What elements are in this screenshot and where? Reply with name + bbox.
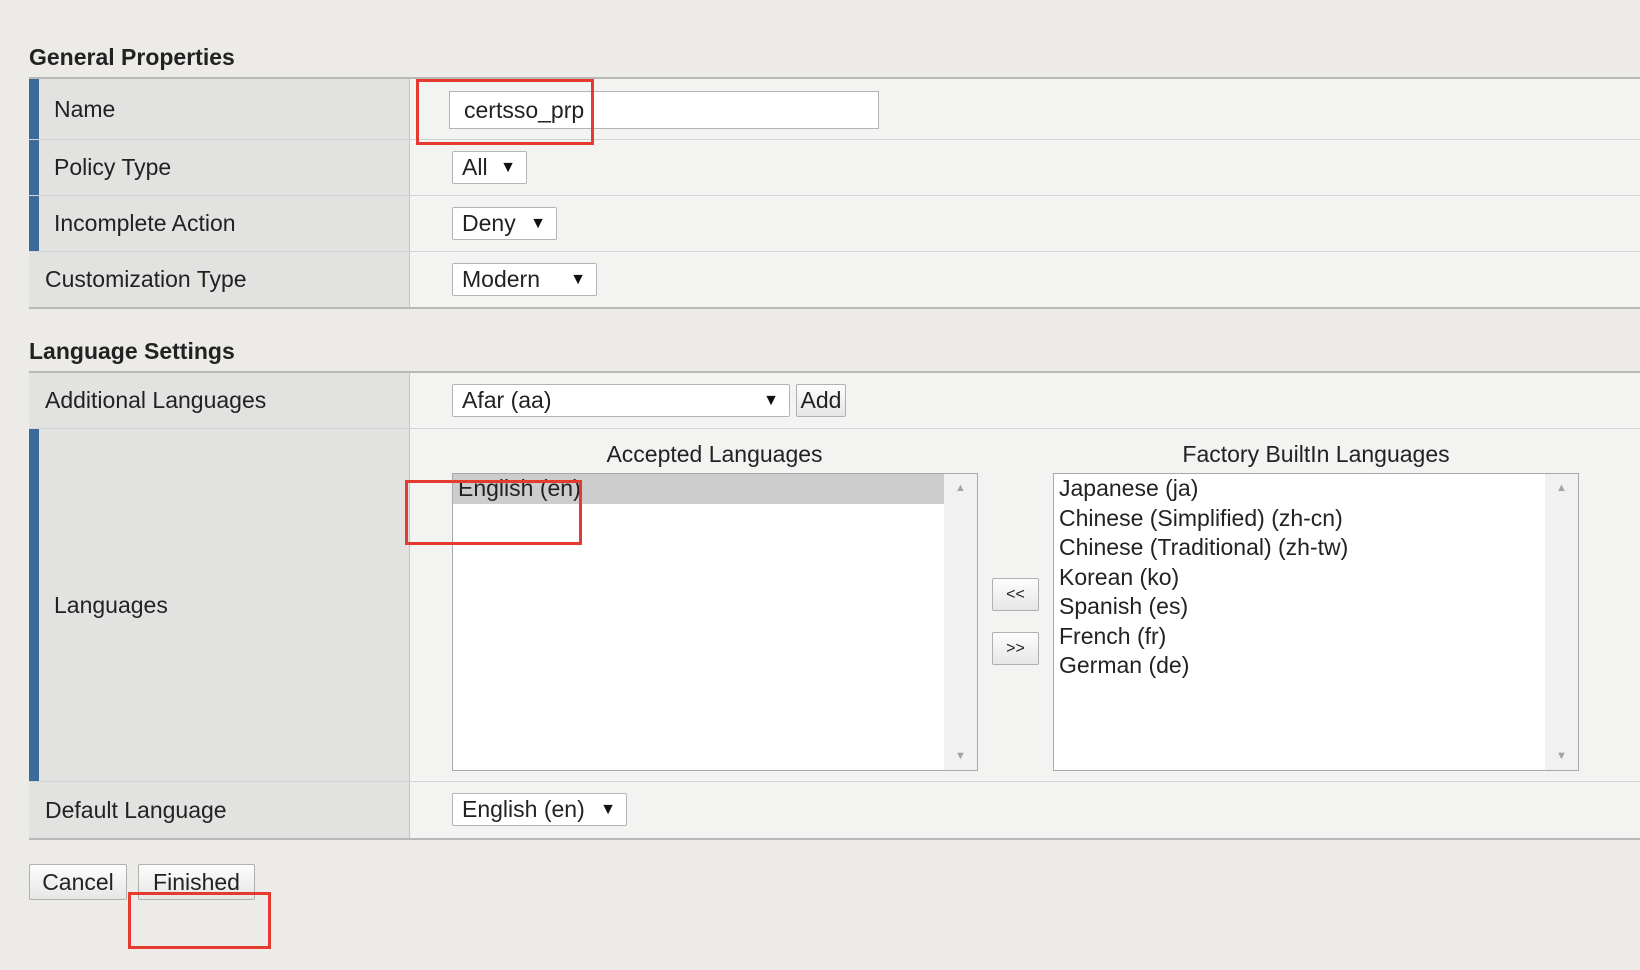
name-input[interactable]: certsso_prp	[449, 91, 879, 129]
scroll-down-icon[interactable]: ▼	[944, 750, 977, 762]
scroll-up-icon[interactable]: ▲	[944, 482, 977, 494]
finished-highlight	[128, 892, 271, 949]
list-item[interactable]: English (en)	[453, 474, 944, 504]
customization-type-label: Customization Type	[29, 252, 410, 307]
policy-type-row: Policy Type All ▼	[29, 140, 1640, 196]
language-settings-title: Language Settings	[29, 338, 235, 364]
scroll-down-icon[interactable]: ▼	[1545, 750, 1578, 762]
additional-languages-select[interactable]: Afar (aa) ▼	[452, 384, 790, 417]
customization-type-row: Customization Type Modern ▼	[29, 252, 1640, 307]
list-item[interactable]: Chinese (Traditional) (zh-tw)	[1054, 533, 1545, 563]
accepted-languages-heading: Accepted Languages	[606, 441, 823, 467]
policy-type-select[interactable]: All ▼	[452, 151, 527, 184]
default-language-value: English (en)	[462, 796, 585, 822]
factory-languages-list[interactable]: Japanese (ja) Chinese (Simplified) (zh-c…	[1053, 473, 1579, 771]
additional-languages-value: Afar (aa)	[462, 387, 552, 413]
factory-languages-heading: Factory BuiltIn Languages	[1182, 441, 1450, 467]
default-language-label: Default Language	[29, 782, 410, 838]
name-row: Name certsso_prp	[29, 79, 1640, 140]
accepted-scrollbar[interactable]: ▲ ▼	[944, 474, 977, 770]
add-language-button[interactable]: Add	[796, 384, 846, 417]
chevron-down-icon: ▼	[530, 214, 546, 232]
policy-type-label: Policy Type	[29, 140, 410, 195]
list-item[interactable]: Korean (ko)	[1054, 563, 1545, 593]
move-right-button[interactable]: >>	[992, 632, 1039, 665]
chevron-down-icon: ▼	[500, 158, 516, 176]
list-item[interactable]: German (de)	[1054, 651, 1545, 681]
incomplete-action-value: Deny	[462, 210, 516, 236]
languages-label: Languages	[29, 429, 410, 781]
general-properties-title: General Properties	[29, 44, 235, 70]
incomplete-action-label: Incomplete Action	[29, 196, 410, 251]
factory-scrollbar[interactable]: ▲ ▼	[1545, 474, 1578, 770]
finished-button[interactable]: Finished	[138, 864, 255, 900]
incomplete-action-row: Incomplete Action Deny ▼	[29, 196, 1640, 252]
list-item[interactable]: Spanish (es)	[1054, 592, 1545, 622]
move-left-button[interactable]: <<	[992, 578, 1039, 611]
language-settings-table: Additional Languages Afar (aa) ▼ Add Lan…	[29, 371, 1640, 840]
chevron-down-icon: ▼	[600, 800, 616, 818]
chevron-down-icon: ▼	[570, 270, 586, 288]
default-language-row: Default Language English (en) ▼	[29, 782, 1640, 838]
additional-languages-row: Additional Languages Afar (aa) ▼ Add	[29, 373, 1640, 429]
policy-type-value: All	[462, 154, 488, 180]
accepted-languages-list[interactable]: English (en) ▲ ▼	[452, 473, 978, 771]
list-item[interactable]: Japanese (ja)	[1054, 474, 1545, 504]
additional-languages-label: Additional Languages	[29, 373, 410, 428]
chevron-down-icon: ▼	[763, 391, 779, 409]
list-item[interactable]: Chinese (Simplified) (zh-cn)	[1054, 504, 1545, 534]
scroll-up-icon[interactable]: ▲	[1545, 482, 1578, 494]
customization-type-select[interactable]: Modern ▼	[452, 263, 597, 296]
list-item[interactable]: French (fr)	[1054, 622, 1545, 652]
customization-type-value: Modern	[462, 266, 540, 292]
cancel-button[interactable]: Cancel	[29, 864, 127, 900]
general-properties-table: Name certsso_prp Policy Type All ▼ Incom…	[29, 77, 1640, 309]
name-label: Name	[29, 79, 410, 139]
incomplete-action-select[interactable]: Deny ▼	[452, 207, 557, 240]
languages-row: Languages Accepted Languages English (en…	[29, 429, 1640, 782]
default-language-select[interactable]: English (en) ▼	[452, 793, 627, 826]
